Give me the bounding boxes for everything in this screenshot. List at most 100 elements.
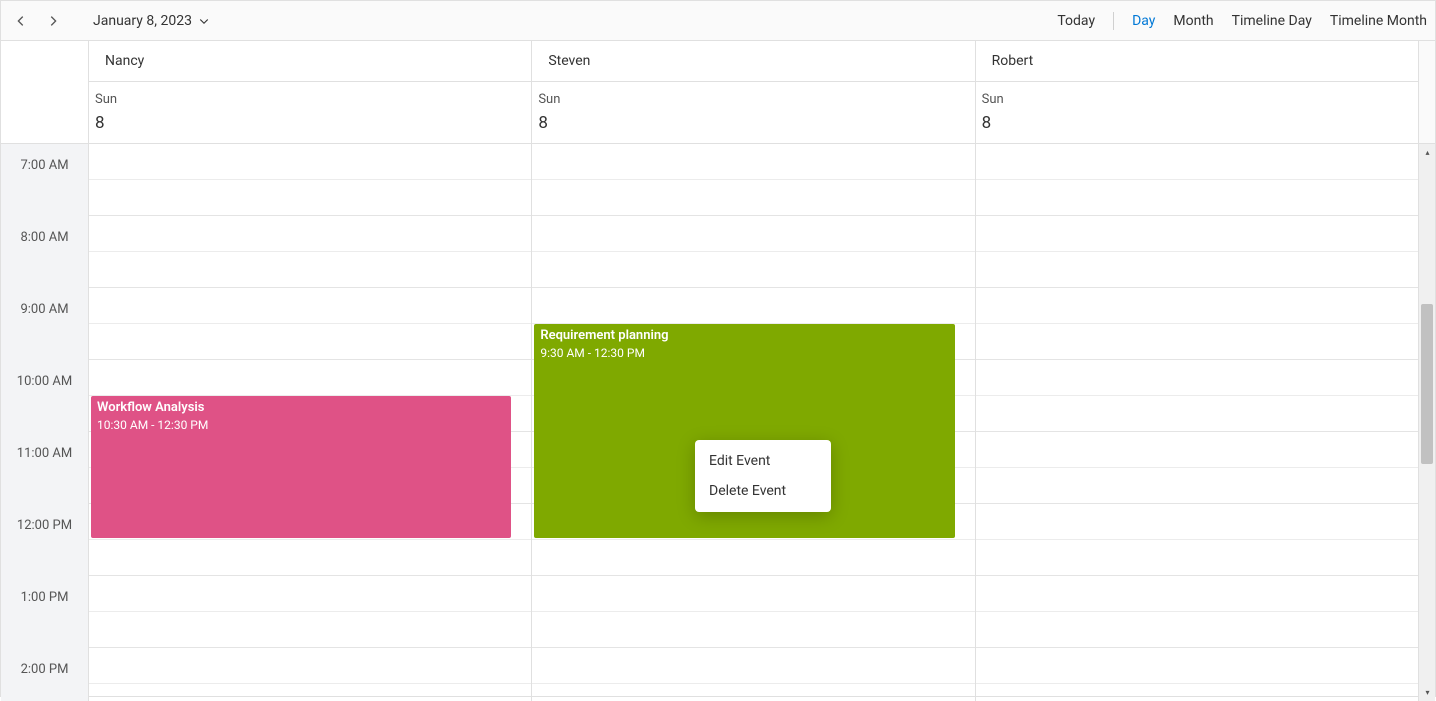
toolbar-left: January 8, 2023 (9, 9, 210, 33)
time-cell[interactable] (976, 324, 1418, 360)
header-area: Nancy Sun 8 Steven Sun 8 Robert Sun 8 (1, 41, 1435, 144)
time-cell[interactable] (532, 288, 974, 324)
time-cell[interactable] (89, 576, 531, 612)
time-label: 10:00 AM (1, 360, 88, 432)
toolbar: January 8, 2023 Today Day Month Timeline… (1, 1, 1435, 41)
context-item-edit[interactable]: Edit Event (695, 446, 831, 476)
time-cell[interactable] (89, 288, 531, 324)
time-cell[interactable] (532, 540, 974, 576)
time-cell[interactable] (532, 144, 974, 180)
toolbar-right: Today Day Month Timeline Day Timeline Mo… (1057, 12, 1427, 30)
time-label: 7:00 AM (1, 144, 88, 216)
today-button[interactable]: Today (1057, 13, 1095, 29)
day-name: Sun (980, 88, 1414, 113)
grid: Workflow Analysis 10:30 AM - 12:30 PM Re… (89, 144, 1418, 701)
time-cell[interactable] (532, 252, 974, 288)
time-cell[interactable] (532, 216, 974, 252)
vertical-scrollbar[interactable]: ▴ ▾ (1418, 144, 1435, 701)
date-range-label: January 8, 2023 (93, 13, 192, 29)
time-cell[interactable] (532, 180, 974, 216)
appointment-title: Workflow Analysis (97, 400, 505, 416)
appointment-title: Requirement planning (540, 328, 948, 344)
appointment-time: 9:30 AM - 12:30 PM (540, 346, 948, 360)
body-area: 7:00 AM 8:00 AM 9:00 AM 10:00 AM 11:00 A… (1, 144, 1435, 701)
time-cell[interactable] (89, 360, 531, 396)
chevron-down-icon (198, 15, 210, 27)
context-menu: Edit Event Delete Event (695, 440, 831, 512)
time-gutter: 7:00 AM 8:00 AM 9:00 AM 10:00 AM 11:00 A… (1, 144, 89, 701)
prev-button[interactable] (9, 9, 33, 33)
appointment-workflow-analysis[interactable]: Workflow Analysis 10:30 AM - 12:30 PM (91, 396, 511, 538)
view-timeline-day[interactable]: Timeline Day (1232, 13, 1312, 29)
time-cell[interactable] (976, 216, 1418, 252)
time-cell[interactable] (976, 180, 1418, 216)
time-cell[interactable] (89, 324, 531, 360)
scroll-down-arrow[interactable]: ▾ (1419, 684, 1435, 701)
time-cell[interactable] (976, 612, 1418, 648)
scroll-gutter (1418, 41, 1435, 143)
time-label: 11:00 AM (1, 432, 88, 504)
time-cell[interactable] (976, 576, 1418, 612)
time-cell[interactable] (976, 504, 1418, 540)
time-cell[interactable] (89, 252, 531, 288)
time-cell[interactable] (976, 288, 1418, 324)
separator (1113, 12, 1114, 30)
scroll-thumb[interactable] (1421, 304, 1433, 464)
day-number[interactable]: 8 (980, 113, 1414, 139)
grid-col-steven[interactable]: Requirement planning 9:30 AM - 12:30 PM (532, 144, 975, 701)
date-header: Sun 8 (89, 82, 531, 143)
time-cell[interactable] (976, 540, 1418, 576)
time-cell[interactable] (532, 612, 974, 648)
time-cell[interactable] (89, 648, 531, 684)
time-cell[interactable] (89, 612, 531, 648)
day-name: Sun (93, 88, 527, 113)
resource-header-nancy: Nancy Sun 8 (89, 41, 532, 143)
next-button[interactable] (41, 9, 65, 33)
resource-header-steven: Steven Sun 8 (532, 41, 975, 143)
time-cell[interactable] (976, 144, 1418, 180)
scroll-up-arrow[interactable]: ▴ (1419, 144, 1435, 161)
chevron-left-icon (14, 14, 28, 28)
time-cell[interactable] (89, 180, 531, 216)
time-cell[interactable] (89, 684, 531, 701)
resource-name: Steven (532, 41, 974, 82)
date-header: Sun 8 (976, 82, 1418, 143)
day-number[interactable]: 8 (536, 113, 970, 139)
view-month[interactable]: Month (1173, 13, 1213, 29)
day-name: Sun (536, 88, 970, 113)
time-label: 8:00 AM (1, 216, 88, 288)
time-label: 12:00 PM (1, 504, 88, 576)
grid-col-robert[interactable] (976, 144, 1418, 701)
time-cell[interactable] (532, 684, 974, 701)
time-cell[interactable] (89, 144, 531, 180)
chevron-right-icon (46, 14, 60, 28)
day-number[interactable]: 8 (93, 113, 527, 139)
time-cell[interactable] (532, 576, 974, 612)
time-label: 9:00 AM (1, 288, 88, 360)
appointment-time: 10:30 AM - 12:30 PM (97, 418, 505, 432)
time-cell[interactable] (89, 216, 531, 252)
time-cell[interactable] (976, 432, 1418, 468)
time-label: 1:00 PM (1, 576, 88, 648)
time-cell[interactable] (976, 252, 1418, 288)
date-range-picker[interactable]: January 8, 2023 (93, 13, 210, 29)
view-day[interactable]: Day (1132, 13, 1155, 29)
time-label: 2:00 PM (1, 648, 88, 701)
context-item-delete[interactable]: Delete Event (695, 476, 831, 506)
time-cell[interactable] (976, 648, 1418, 684)
view-timeline-month[interactable]: Timeline Month (1330, 13, 1427, 29)
time-gutter-header (1, 41, 89, 143)
resource-name: Robert (976, 41, 1418, 82)
time-cell[interactable] (976, 360, 1418, 396)
resource-name: Nancy (89, 41, 531, 82)
date-header: Sun 8 (532, 82, 974, 143)
time-cell[interactable] (976, 396, 1418, 432)
resource-header-robert: Robert Sun 8 (976, 41, 1418, 143)
time-cell[interactable] (976, 684, 1418, 701)
time-cell[interactable] (89, 540, 531, 576)
scheduler: January 8, 2023 Today Day Month Timeline… (0, 0, 1436, 697)
time-cell[interactable] (532, 648, 974, 684)
time-cell[interactable] (976, 468, 1418, 504)
resources-header: Nancy Sun 8 Steven Sun 8 Robert Sun 8 (89, 41, 1418, 143)
grid-col-nancy[interactable]: Workflow Analysis 10:30 AM - 12:30 PM (89, 144, 532, 701)
